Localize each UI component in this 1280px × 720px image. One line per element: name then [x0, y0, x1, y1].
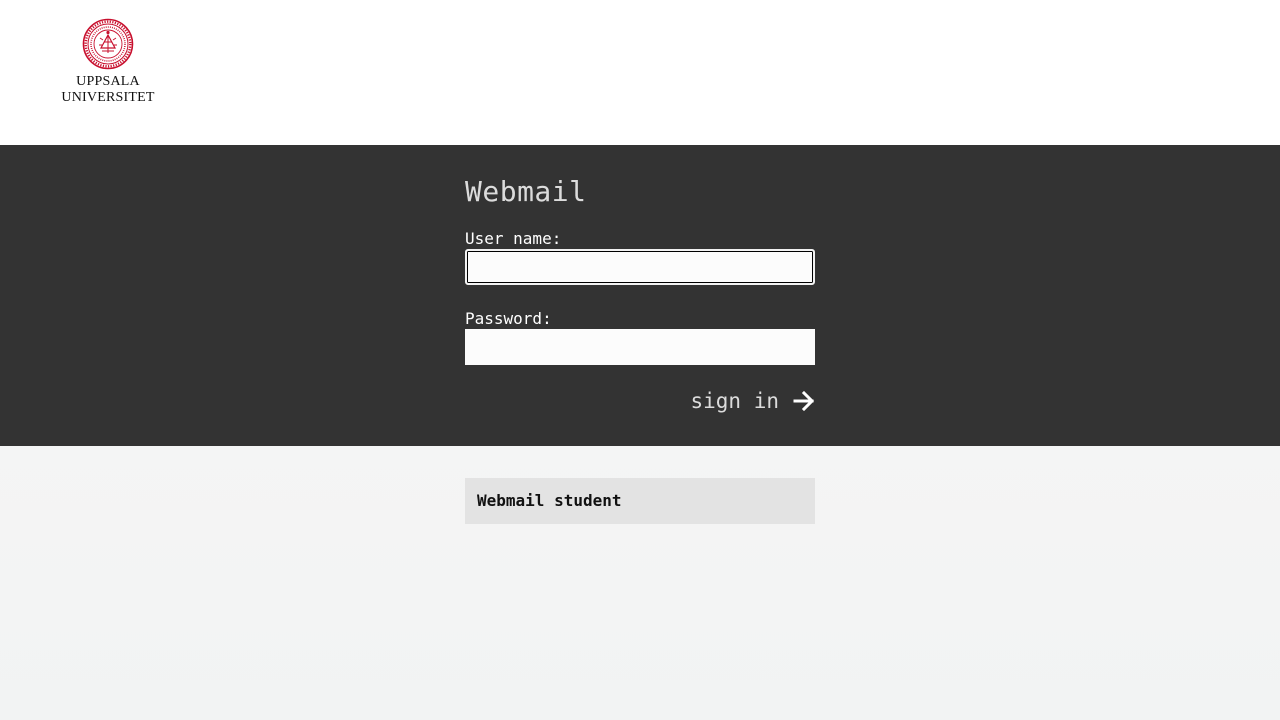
page-title: Webmail [465, 175, 587, 208]
link-webmail-student[interactable]: Webmail student [465, 478, 815, 524]
sign-in-label: sign in [690, 389, 779, 413]
username-label: User name: [465, 229, 562, 248]
logo-line-1: UPPSALA [76, 74, 140, 89]
sign-in-button[interactable]: sign in [690, 389, 815, 413]
username-input[interactable] [465, 249, 815, 285]
university-seal-icon [82, 18, 134, 70]
login-section: Webmail User name: Password: sign in [0, 145, 1280, 446]
logo-line-2: UNIVERSITET [61, 90, 155, 105]
arrow-right-icon [793, 391, 815, 411]
password-input[interactable] [465, 329, 815, 365]
password-label: Password: [465, 309, 552, 328]
university-logo[interactable]: UPPSALA UNIVERSITET [60, 18, 156, 106]
service-links: Webmail student [465, 478, 815, 524]
header: UPPSALA UNIVERSITET [0, 0, 1280, 145]
